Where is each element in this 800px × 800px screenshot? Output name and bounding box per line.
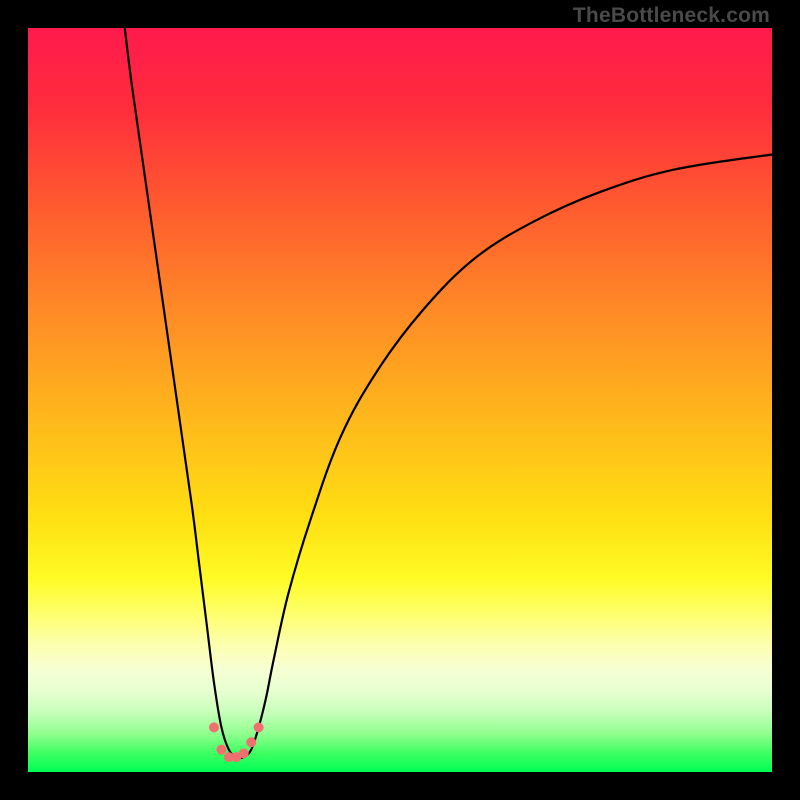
minimum-dot <box>239 748 249 758</box>
watermark-text: TheBottleneck.com <box>573 4 770 28</box>
bottleneck-curve <box>125 28 772 758</box>
minimum-dot <box>254 722 264 732</box>
minimum-dot <box>246 737 256 747</box>
minimum-dot <box>209 722 219 732</box>
minimum-markers <box>209 722 264 762</box>
chart-container: TheBottleneck.com <box>0 0 800 800</box>
minimum-dot <box>216 745 226 755</box>
plot-area <box>28 28 772 772</box>
curve-layer <box>28 28 772 772</box>
